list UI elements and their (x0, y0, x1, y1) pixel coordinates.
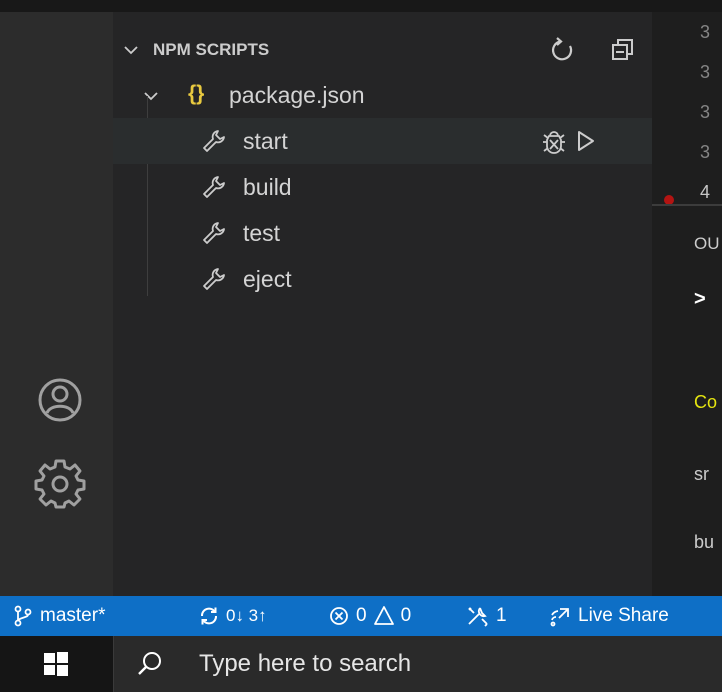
vscode-window: NPM SCRIPTS {} package.json start build … (0, 0, 722, 692)
taskbar-search-box[interactable]: Type here to search (113, 636, 722, 692)
account-icon[interactable] (34, 374, 86, 426)
tools-count: 1 (496, 605, 507, 626)
wrench-icon (203, 268, 225, 290)
script-label: build (243, 174, 292, 200)
start-button[interactable] (0, 636, 113, 692)
output-panel: OU > Co sr bu (652, 206, 722, 596)
npm-scripts-sidebar: NPM SCRIPTS {} package.json start build … (113, 12, 652, 596)
line-number: 3 (700, 102, 711, 122)
wrench-icon (203, 222, 225, 244)
problems-status[interactable]: 0 0 (328, 605, 411, 627)
sync-status[interactable]: 0↓ 3↑ (198, 605, 267, 627)
windows-taskbar: Type here to search (0, 636, 722, 692)
line-number: 3 (700, 142, 711, 162)
tools-status[interactable]: 1 (466, 605, 507, 627)
activity-bar (0, 12, 113, 596)
terminal-line: sr (694, 464, 709, 484)
line-number: 3 (700, 22, 711, 42)
line-number: 3 (700, 62, 711, 82)
git-branch-icon (14, 605, 32, 627)
search-icon (138, 652, 161, 675)
wrench-icon (203, 130, 225, 152)
live-share-label: Live Share (578, 605, 669, 626)
sync-icon (201, 607, 217, 625)
script-item-eject[interactable]: eject (113, 256, 652, 302)
terminal-line: bu (694, 532, 715, 552)
script-item-start[interactable]: start (113, 118, 652, 164)
json-file-icon: {} (188, 82, 205, 105)
package-json-node[interactable]: {} package.json (113, 72, 652, 118)
debug-icon[interactable] (541, 128, 567, 154)
terminal-line: Co (694, 392, 718, 412)
panel-tab-output[interactable]: OU (694, 234, 720, 254)
wrench-icon (203, 176, 225, 198)
script-label: eject (243, 266, 292, 292)
settings-gear-icon[interactable] (34, 458, 86, 510)
warning-icon (373, 606, 394, 625)
search-placeholder: Type here to search (199, 650, 412, 677)
live-share-button[interactable]: Live Share (548, 605, 669, 627)
chevron-down-icon[interactable] (143, 88, 159, 104)
section-title: NPM SCRIPTS (153, 40, 270, 59)
run-icon[interactable] (573, 128, 599, 154)
package-json-label: package.json (229, 82, 365, 108)
branch-status[interactable]: master* (12, 605, 105, 627)
editor-gutter: 3 3 3 3 4 (652, 12, 722, 205)
script-label: test (243, 220, 281, 246)
script-label: start (243, 128, 288, 154)
status-bar: master* 0↓ 3↑ 0 0 1 Live Share (0, 596, 722, 636)
tools-icon (468, 607, 488, 627)
terminal-prompt: > (694, 288, 706, 310)
script-item-build[interactable]: build (113, 164, 652, 210)
error-count: 0 (356, 605, 367, 626)
line-number: 4 (700, 182, 711, 202)
error-icon (330, 607, 348, 625)
warning-count: 0 (400, 605, 412, 626)
live-share-icon (550, 608, 569, 627)
collapse-all-icon[interactable] (609, 36, 637, 64)
script-item-test[interactable]: test (113, 210, 652, 256)
chevron-down-icon[interactable] (123, 42, 139, 58)
branch-label: master* (40, 605, 106, 626)
npm-scripts-header[interactable]: NPM SCRIPTS (113, 34, 652, 64)
refresh-icon[interactable] (549, 36, 577, 64)
sync-label: 0↓ 3↑ (226, 606, 267, 625)
windows-logo-icon (44, 652, 68, 676)
top-strip (0, 0, 722, 12)
